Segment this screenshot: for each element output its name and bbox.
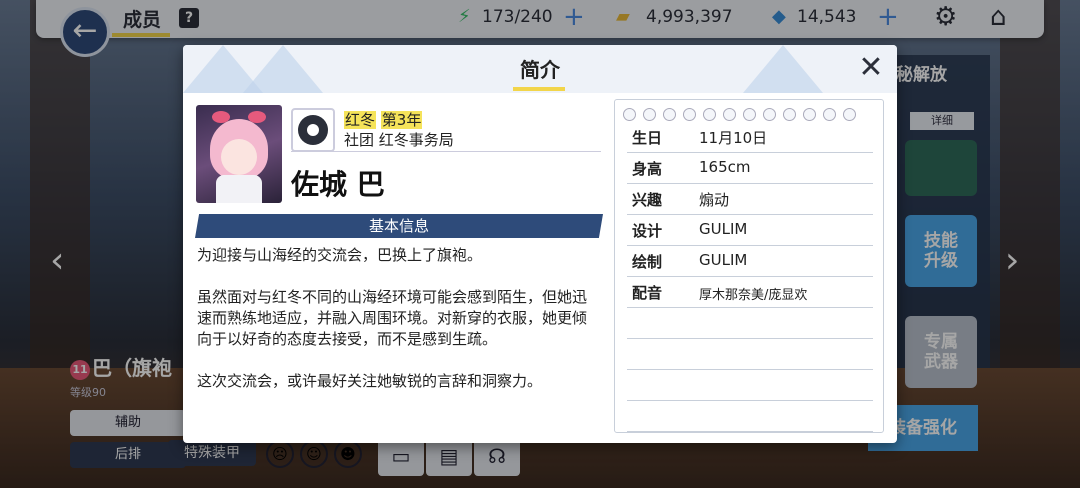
character-description: 为迎接与山海经的交流会，巴换上了旗袍。 虽然面对与红冬不同的山海经环境可能会感到… [197, 245, 597, 413]
profile-row-empty [627, 308, 873, 339]
description-paragraph: 虽然面对与红冬不同的山海经环境可能会感到陌生，但她迅速而熟练地适应，并融入周围环… [197, 288, 588, 348]
profile-row-voice: 配音 厚木那奈美/庞显欢 [627, 277, 873, 308]
profile-row-height: 身高 165cm [627, 153, 873, 184]
club-emblem [291, 108, 335, 152]
close-icon[interactable]: ✕ [855, 53, 887, 85]
description-paragraph: 为迎接与山海经的交流会，巴换上了旗袍。 [197, 246, 483, 264]
profile-row-birthday: 生日 11月10日 [627, 122, 873, 153]
profile-row-empty [627, 370, 873, 401]
description-paragraph: 这次交流会，或许最好关注她敏锐的言辞和洞察力。 [197, 372, 543, 390]
school-grade: 红冬 第3年 [344, 111, 423, 129]
info-divider [291, 151, 601, 152]
modal-title: 简介 [520, 58, 560, 82]
profile-row-empty [627, 401, 873, 432]
profile-row-hobby: 兴趣 煽动 [627, 184, 873, 215]
profile-row-empty [627, 339, 873, 370]
section-title: 基本信息 [195, 214, 603, 238]
portrait-body [216, 175, 262, 203]
profile-modal: 简介 ✕ 红冬 第3年 社团 红冬事务局 佐城 巴 基本信息 为迎接与山海经的交… [183, 45, 897, 443]
modal-title-underline [513, 87, 565, 91]
character-full-name: 佐城 巴 [291, 168, 385, 201]
profile-row-design: 设计 GULIM [627, 215, 873, 246]
portrait-face [221, 139, 257, 175]
notebook-holes [623, 106, 877, 121]
character-portrait [196, 105, 282, 203]
club-gear-icon [298, 115, 328, 145]
club-info: 社团 红冬事务局 [344, 131, 454, 149]
profile-notebook: 生日 11月10日 身高 165cm 兴趣 煽动 设计 GULIM 绘制 GULIM 配音… [614, 99, 884, 433]
profile-row-illustration: 绘制 GULIM [627, 246, 873, 277]
